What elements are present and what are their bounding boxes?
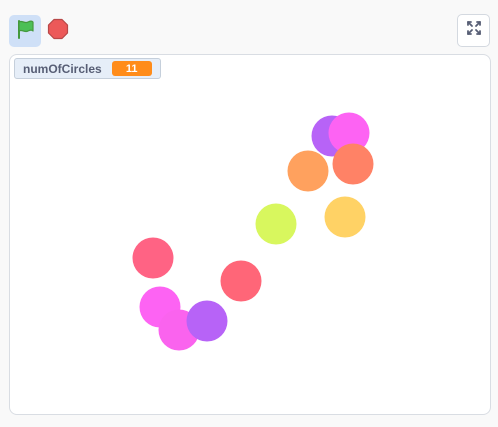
fullscreen-button[interactable] <box>457 14 490 47</box>
fullscreen-icon <box>466 20 482 41</box>
circle-sprite[interactable] <box>332 143 374 185</box>
green-flag-button[interactable] <box>9 15 41 47</box>
variable-monitor-label: numOfCircles <box>23 61 102 76</box>
circle-sprite[interactable] <box>287 150 329 192</box>
circle-sprite[interactable] <box>186 300 228 342</box>
circle-sprite[interactable] <box>255 203 297 245</box>
circle-sprite[interactable] <box>220 260 262 302</box>
green-flag-icon <box>14 18 36 45</box>
sprite-layer <box>132 112 374 351</box>
variable-monitor-value: 11 <box>111 61 152 76</box>
stage-toolbar <box>0 0 498 54</box>
stage-canvas[interactable]: numOfCircles 11 <box>9 54 491 415</box>
stop-button[interactable] <box>44 15 72 47</box>
variable-monitor[interactable]: numOfCircles 11 <box>14 58 161 79</box>
circle-sprite[interactable] <box>324 196 366 238</box>
circle-sprite[interactable] <box>132 237 174 279</box>
stage-player: numOfCircles 11 <box>0 0 498 427</box>
stop-icon <box>47 18 69 45</box>
